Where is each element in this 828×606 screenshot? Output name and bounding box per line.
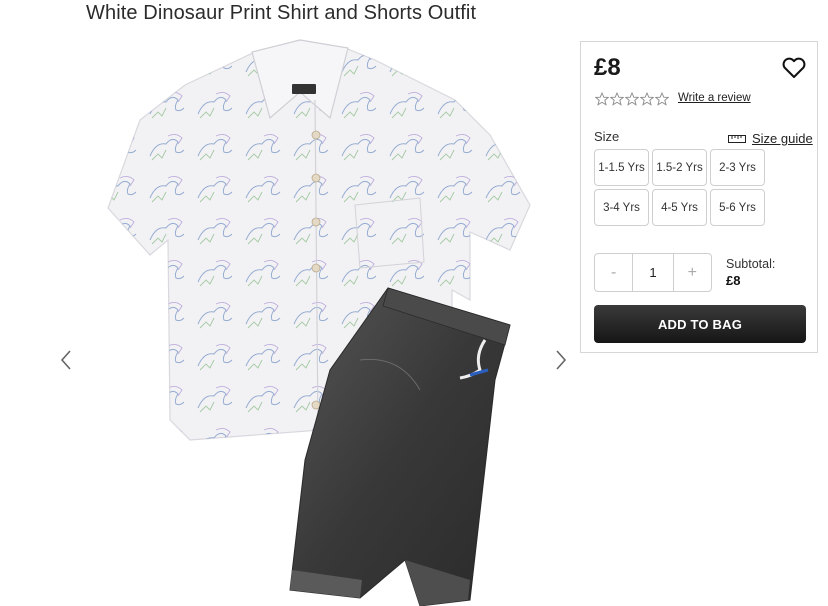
subtotal-value: £8 xyxy=(726,273,741,288)
size-guide-label: Size guide xyxy=(752,131,813,146)
quantity-input[interactable]: 1 xyxy=(632,254,674,291)
size-option[interactable]: 2-3 Yrs xyxy=(710,149,765,186)
star-icon xyxy=(625,92,639,106)
size-guide-link[interactable]: Size guide xyxy=(728,131,813,146)
star-icon xyxy=(610,92,624,106)
size-options: 1-1.5 Yrs 1.5-2 Yrs 2-3 Yrs 3-4 Yrs 4-5 … xyxy=(594,149,765,226)
size-option[interactable]: 4-5 Yrs xyxy=(652,189,707,226)
rating-stars xyxy=(595,92,669,106)
product-image xyxy=(107,39,531,606)
product-price: £8 xyxy=(594,54,621,81)
size-option[interactable]: 5-6 Yrs xyxy=(710,189,765,226)
star-icon xyxy=(640,92,654,106)
ruler-icon xyxy=(728,134,746,143)
star-icon xyxy=(595,92,609,106)
size-option[interactable]: 3-4 Yrs xyxy=(594,189,649,226)
heart-icon xyxy=(782,57,806,78)
subtotal-label: Subtotal: xyxy=(726,257,776,271)
purchase-panel: £8 Write a review Size Size guide 1-1.5 … xyxy=(580,41,818,353)
quantity-stepper: - 1 + xyxy=(594,253,712,292)
decrease-quantity-button[interactable]: - xyxy=(595,254,632,291)
star-icon xyxy=(655,92,669,106)
write-review-link[interactable]: Write a review xyxy=(678,92,751,104)
add-to-bag-button[interactable]: ADD TO BAG xyxy=(594,305,806,343)
size-label: Size xyxy=(594,129,620,144)
increase-quantity-button[interactable]: + xyxy=(674,254,711,291)
size-option[interactable]: 1-1.5 Yrs xyxy=(594,149,649,186)
wishlist-button[interactable] xyxy=(781,56,807,80)
size-option[interactable]: 1.5-2 Yrs xyxy=(652,149,707,186)
